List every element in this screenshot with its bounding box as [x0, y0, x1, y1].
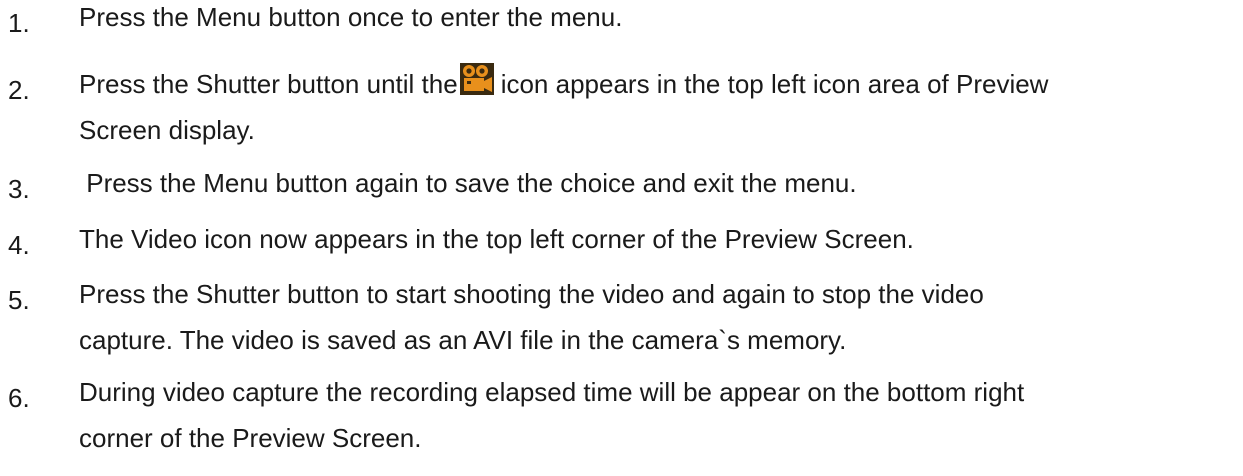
video-camera-icon	[459, 63, 494, 95]
step-text-line: Press the Menu button once to enter the …	[79, 2, 623, 32]
step-text-after-icon: icon appears in the top left icon area o…	[500, 69, 1049, 99]
step-number: 3.	[8, 174, 30, 204]
step-text-line: During video capture the recording elaps…	[79, 377, 1025, 407]
step-text-line: Screen display.	[79, 115, 255, 145]
step-number: 4.	[8, 230, 30, 260]
step-text: Press the Menu button again to save the …	[79, 160, 1229, 206]
step-text: Press the Shutter button to start shooti…	[79, 271, 1229, 363]
step-text: The Video icon now appears in the top le…	[79, 216, 1229, 262]
step-text-line: The Video icon now appears in the top le…	[79, 224, 914, 254]
step-text-line: Press the Menu button again to save the …	[79, 168, 857, 198]
step-text-line: corner of the Preview Screen.	[79, 423, 422, 453]
step-text: Press the Menu button once to enter the …	[79, 0, 1229, 40]
step-number: 1.	[8, 8, 30, 38]
step-number: 6.	[8, 383, 30, 413]
step-text: Press the Shutter button until the icon …	[79, 61, 1229, 153]
step-text-line: Press the Shutter button to start shooti…	[79, 279, 984, 309]
step-text: During video capture the recording elaps…	[79, 369, 1229, 461]
step-text-line: capture. The video is saved as an AVI fi…	[79, 325, 847, 355]
step-text-line: Press the Shutter button until the icon …	[79, 61, 1229, 107]
step-number: 5.	[8, 285, 30, 315]
step-number: 2.	[8, 75, 30, 105]
step-text-before-icon: Press the Shutter button until the	[79, 69, 458, 99]
